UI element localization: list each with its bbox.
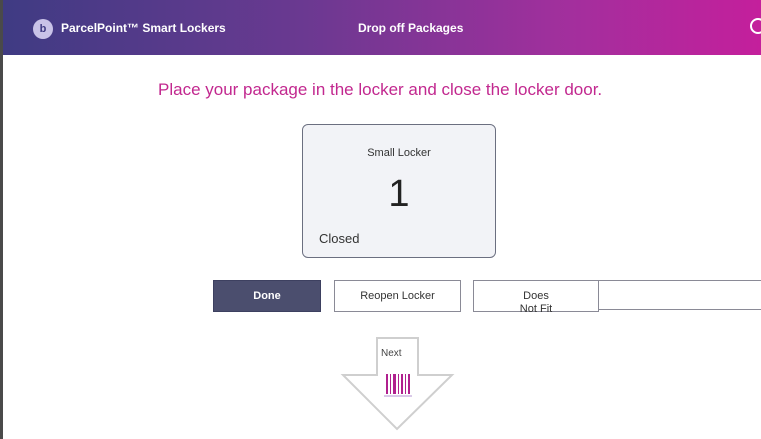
does-not-fit-button[interactable]: Does Not Fit <box>473 280 599 315</box>
logo-glyph: b <box>39 22 47 35</box>
locker-card: Small Locker 1 Closed <box>302 124 496 258</box>
app-title: ParcelPoint™ Smart Lockers <box>61 21 226 35</box>
done-button[interactable]: Done <box>213 280 321 312</box>
app-window: b ParcelPoint™ Smart Lockers Drop off Pa… <box>0 0 761 439</box>
window-left-border <box>0 0 3 439</box>
locker-size-label: Small Locker <box>367 147 431 159</box>
parcelpoint-logo-icon: b <box>33 19 53 39</box>
instruction-text: Place your package in the locker and clo… <box>158 80 603 99</box>
does-not-fit-label: Does Not Fit <box>519 290 553 315</box>
locker-status: Closed <box>319 231 360 246</box>
user-circle-icon[interactable] <box>750 18 761 34</box>
barcode-icon <box>384 374 412 397</box>
page-title: Drop off Packages <box>358 21 464 35</box>
input-area[interactable] <box>599 280 761 310</box>
header-bar: b ParcelPoint™ Smart Lockers Drop off Pa… <box>3 0 761 55</box>
locker-number: 1 <box>388 173 410 215</box>
reopen-locker-button[interactable]: Reopen Locker <box>334 280 461 312</box>
next-label: Next <box>380 348 403 359</box>
